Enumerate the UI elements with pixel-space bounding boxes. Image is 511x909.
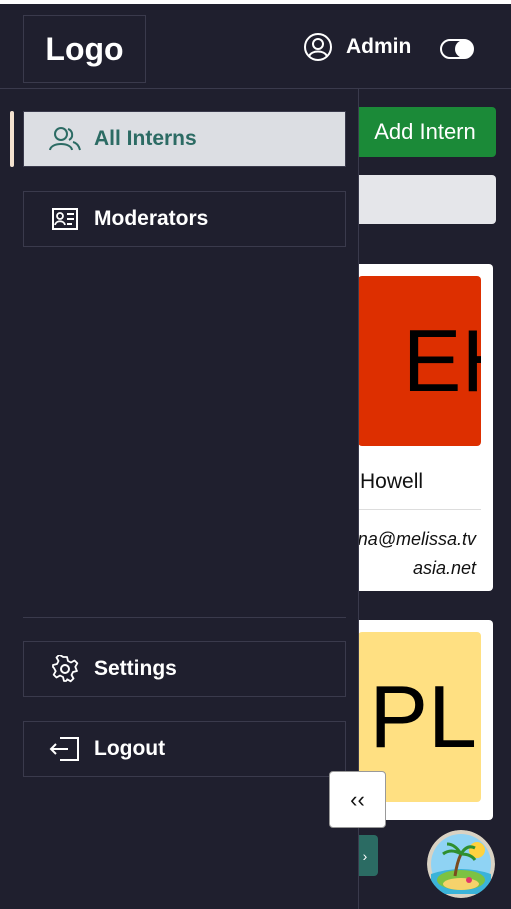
active-indicator xyxy=(10,111,14,167)
users-icon xyxy=(48,126,82,152)
theme-toggle[interactable] xyxy=(440,39,474,59)
user-circle-icon xyxy=(304,33,332,61)
gear-icon xyxy=(48,655,82,683)
sidebar-item-label: Settings xyxy=(94,657,177,680)
intern-card[interactable]: EH Howell na@melissa.tv asia.net xyxy=(354,264,493,591)
beach-island-icon xyxy=(427,830,495,898)
id-card-icon xyxy=(48,207,82,231)
avatar-initials: PL xyxy=(369,667,477,766)
intern-avatar: EH xyxy=(358,276,481,446)
card-divider xyxy=(354,509,481,510)
app-header: Logo Admin xyxy=(0,4,511,89)
sidebar-item-all-interns[interactable]: All Interns xyxy=(23,111,346,167)
user-menu[interactable]: Admin xyxy=(303,32,411,62)
logo[interactable]: Logo xyxy=(23,15,146,83)
intern-name: Howell xyxy=(360,470,424,493)
sidebar-item-logout[interactable]: Logout xyxy=(23,721,346,777)
user-name: Admin xyxy=(346,35,412,58)
sidebar-item-label: Logout xyxy=(94,737,166,760)
search-input[interactable] xyxy=(354,175,496,224)
collapse-sidebar-button[interactable]: ‹‹ xyxy=(329,771,386,828)
logout-icon xyxy=(48,736,82,762)
email-line: asia.net xyxy=(412,558,476,578)
sidebar-item-label: Moderators xyxy=(94,207,209,230)
sidebar-divider xyxy=(23,617,346,618)
email-line: na@melissa.tv xyxy=(357,529,476,549)
avatar-initials: EH xyxy=(402,311,481,410)
chat-avatar-button[interactable] xyxy=(427,830,495,898)
intern-email[interactable]: na@melissa.tv asia.net xyxy=(354,525,476,583)
sidebar-item-label: All Interns xyxy=(94,127,197,150)
sidebar-item-settings[interactable]: Settings xyxy=(23,641,346,697)
toggle-knob xyxy=(455,40,473,58)
sidebar-item-moderators[interactable]: Moderators xyxy=(23,191,346,247)
sidebar: All Interns Moderators Settings Logout xyxy=(0,89,359,909)
add-intern-button[interactable]: Add Intern xyxy=(354,107,496,157)
